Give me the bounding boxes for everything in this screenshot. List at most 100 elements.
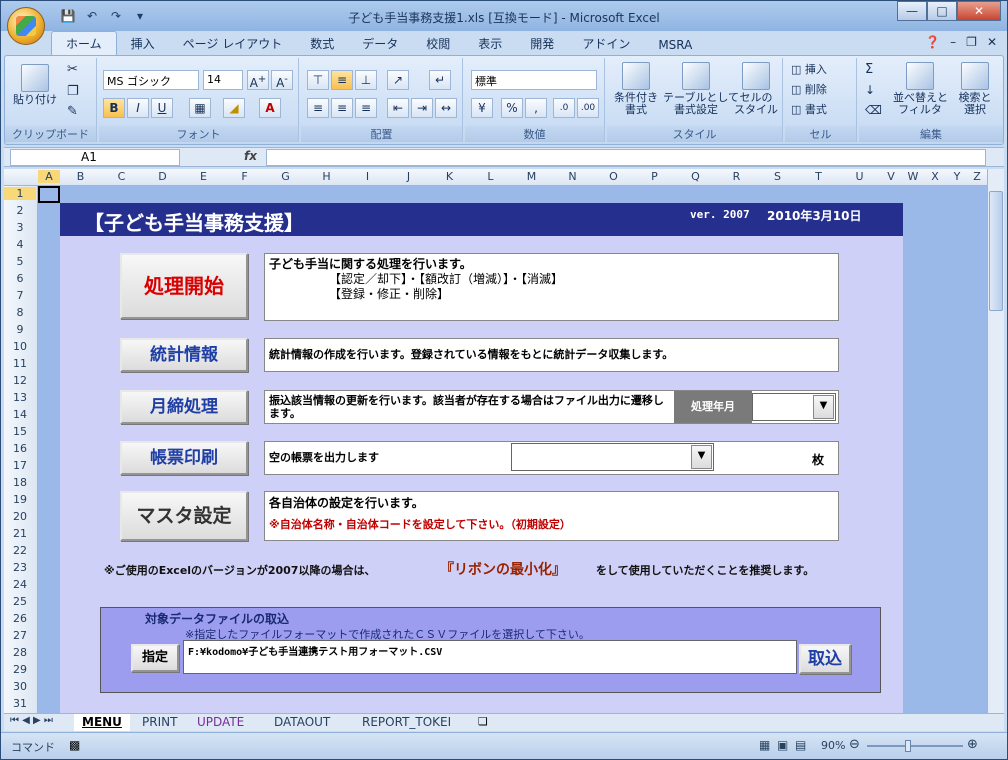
increase-decimal-icon[interactable]: .0 (553, 98, 575, 118)
tab-view[interactable]: 表示 (464, 32, 516, 55)
row-header[interactable]: 11 (4, 357, 36, 370)
grow-font-icon[interactable]: A+ (247, 70, 269, 90)
column-header[interactable]: P (634, 170, 675, 183)
worksheet[interactable]: 【子ども手当事務支援】 ver. 2007 2010年3月10日 処理開始 子ど… (38, 186, 987, 713)
statistics-button[interactable]: 統計情報 (120, 338, 248, 372)
merge-center-icon[interactable]: ↔ (435, 98, 457, 118)
import-button[interactable]: 取込 (799, 644, 851, 674)
start-process-button[interactable]: 処理開始 (120, 253, 248, 319)
align-middle-icon[interactable]: ≡ (331, 70, 353, 90)
column-header[interactable]: H (306, 170, 347, 183)
bold-button[interactable]: B (103, 98, 125, 118)
tab-msra[interactable]: MSRA (644, 35, 706, 55)
zoom-out-icon[interactable]: ⊖ (849, 737, 860, 752)
column-header[interactable]: S (757, 170, 798, 183)
orientation-icon[interactable]: ↗ (387, 70, 409, 90)
border-icon[interactable]: ▦ (189, 98, 211, 118)
row-header[interactable]: 30 (4, 680, 36, 693)
maximize-button[interactable]: □ (927, 1, 957, 21)
row-header[interactable]: 6 (4, 272, 36, 285)
row-header[interactable]: 24 (4, 578, 36, 591)
column-header[interactable]: X (924, 170, 946, 183)
tab-home[interactable]: ホーム (51, 31, 117, 55)
row-header[interactable]: 18 (4, 476, 36, 489)
row-header[interactable]: 2 (4, 204, 36, 217)
format-painter-icon[interactable]: ✎ (67, 105, 78, 118)
column-header[interactable]: R (716, 170, 757, 183)
row-header[interactable]: 9 (4, 323, 36, 336)
wrap-text-icon[interactable]: ↵ (429, 70, 451, 90)
column-header[interactable]: E (183, 170, 224, 183)
row-header[interactable]: 29 (4, 663, 36, 676)
format-as-table-button[interactable]: テーブルとして 書式設定 (663, 62, 739, 116)
cell-styles-button[interactable]: セルの スタイル (731, 62, 781, 116)
minimize-doc-icon[interactable]: – (950, 35, 956, 49)
column-header[interactable]: O (593, 170, 634, 183)
number-format-select[interactable]: 標準 (471, 70, 597, 90)
page-layout-view-icon[interactable]: ▣ (777, 738, 788, 752)
font-name-select[interactable]: MS ゴシック (103, 70, 199, 90)
column-header[interactable]: K (429, 170, 470, 183)
tab-developer[interactable]: 開発 (516, 32, 568, 55)
column-header[interactable]: A (38, 170, 60, 183)
sheet-nav-icon[interactable]: ⏮ ◀ ▶ ⏭ (10, 715, 53, 726)
row-header[interactable]: 7 (4, 289, 36, 302)
zoom-slider-thumb[interactable] (905, 740, 911, 752)
row-header[interactable]: 21 (4, 527, 36, 540)
row-header[interactable]: 23 (4, 561, 36, 574)
process-month-select[interactable]: ▼ (752, 393, 836, 421)
row-header[interactable]: 19 (4, 493, 36, 506)
find-select-button[interactable]: 検索と 選択 (951, 62, 999, 116)
conditional-format-button[interactable]: 条件付き 書式 (611, 62, 661, 116)
monthly-close-button[interactable]: 月締処理 (120, 390, 248, 424)
row-header[interactable]: 17 (4, 459, 36, 472)
sheet-tab-update[interactable]: UPDATE (189, 714, 252, 731)
specify-file-button[interactable]: 指定 (131, 644, 179, 672)
font-color-icon[interactable]: A (259, 98, 281, 118)
sort-filter-button[interactable]: 並べ替えと フィルタ (893, 62, 948, 116)
office-button[interactable] (7, 7, 45, 45)
restore-doc-icon[interactable]: ❐ (966, 35, 977, 49)
column-header[interactable]: G (265, 170, 306, 183)
column-header[interactable]: U (839, 170, 880, 183)
row-header[interactable]: 14 (4, 408, 36, 421)
column-header[interactable]: F (224, 170, 265, 183)
percent-icon[interactable]: % (501, 98, 523, 118)
minimize-button[interactable]: — (897, 1, 927, 21)
paste-button[interactable]: 貼り付け (13, 64, 57, 106)
tab-review[interactable]: 校閲 (412, 32, 464, 55)
zoom-level[interactable]: 90% (821, 739, 845, 752)
row-header[interactable]: 25 (4, 595, 36, 608)
fill-icon[interactable]: ↓ (865, 84, 875, 96)
row-header[interactable]: 20 (4, 510, 36, 523)
column-header[interactable]: I (347, 170, 388, 183)
row-header[interactable]: 26 (4, 612, 36, 625)
row-header[interactable]: 15 (4, 425, 36, 438)
decrease-indent-icon[interactable]: ⇤ (387, 98, 409, 118)
row-header[interactable]: 16 (4, 442, 36, 455)
active-cell[interactable] (38, 186, 60, 203)
row-header[interactable]: 3 (4, 221, 36, 234)
align-right-icon[interactable]: ≡ (355, 98, 377, 118)
zoom-in-icon[interactable]: ⊕ (967, 737, 978, 752)
tab-data[interactable]: データ (348, 32, 412, 55)
align-left-icon[interactable]: ≡ (307, 98, 329, 118)
row-header[interactable]: 4 (4, 238, 36, 251)
column-header[interactable]: D (142, 170, 183, 183)
page-break-view-icon[interactable]: ▤ (795, 738, 806, 752)
sheet-tab-menu[interactable]: MENU (74, 714, 130, 731)
column-header[interactable]: N (552, 170, 593, 183)
form-select[interactable]: ▼ (511, 443, 714, 471)
align-center-icon[interactable]: ≡ (331, 98, 353, 118)
italic-button[interactable]: I (127, 98, 149, 118)
row-header[interactable]: 1 (4, 187, 36, 200)
chevron-down-icon[interactable]: ▼ (813, 395, 834, 419)
new-sheet-icon[interactable]: ❏ (478, 715, 488, 728)
autosum-icon[interactable]: Σ (865, 63, 873, 76)
column-header[interactable]: Z (968, 170, 986, 183)
row-header[interactable]: 12 (4, 374, 36, 387)
column-header[interactable]: T (798, 170, 839, 183)
row-header[interactable]: 31 (4, 697, 36, 710)
tab-formulas[interactable]: 数式 (296, 32, 348, 55)
close-button[interactable]: ✕ (957, 1, 1001, 21)
